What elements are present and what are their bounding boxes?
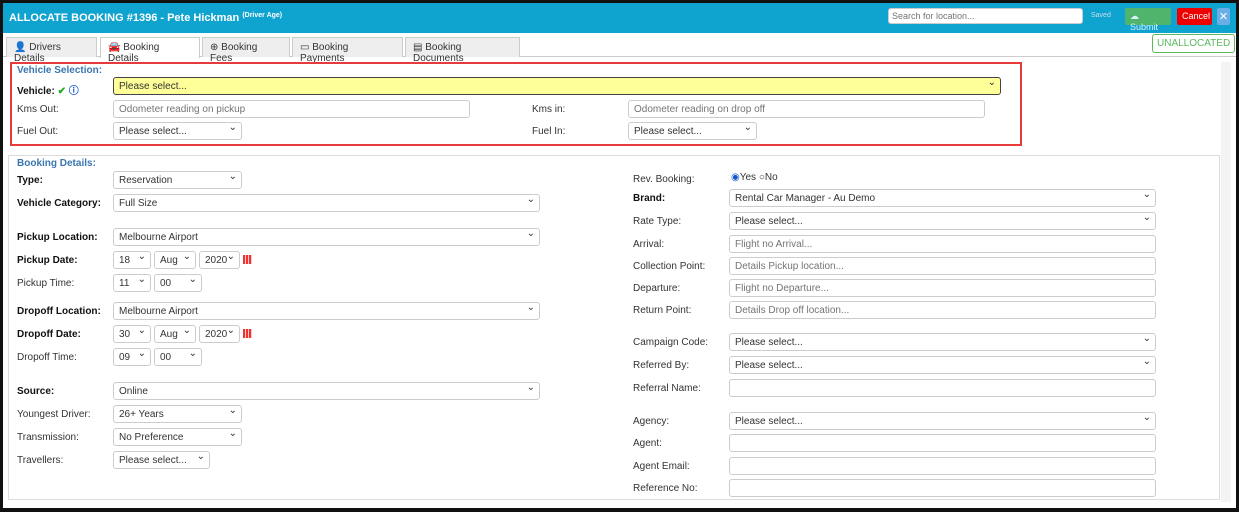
dropoff-hour-select[interactable]: 09 (113, 348, 151, 366)
submit-button[interactable]: ☁ Submit (1125, 8, 1171, 32)
location-search-input[interactable] (888, 8, 1083, 24)
transmission-label: Transmission: (17, 432, 79, 443)
driver-age: (Driver Age) (242, 12, 283, 19)
collection-point-input[interactable] (729, 257, 1156, 275)
travellers-select[interactable]: Please select... (113, 451, 210, 469)
return-point-input[interactable] (729, 301, 1156, 319)
pickup-date-label: Pickup Date: (17, 255, 78, 266)
referred-by-label: Referred By: (633, 360, 690, 371)
kms-in-input[interactable] (628, 100, 985, 118)
agent-email-label: Agent Email: (633, 461, 690, 472)
calendar-icon[interactable] (243, 329, 252, 338)
pickup-day-select[interactable]: 18 (113, 251, 151, 269)
referral-name-label: Referral Name: (633, 383, 701, 394)
check-icon: ✔ (57, 86, 66, 97)
pickup-year-select[interactable]: 2020 (199, 251, 240, 269)
referral-name-input[interactable] (729, 379, 1156, 397)
status-badge: UNALLOCATED (1152, 34, 1236, 53)
pickup-time-label: Pickup Time: (17, 278, 75, 289)
tab-drivers-details[interactable]: 👤 Drivers Details (6, 37, 97, 64)
car-icon: 🚘 (108, 42, 121, 53)
type-label: Type: (17, 175, 43, 186)
cloud-upload-icon: ☁ (1130, 11, 1139, 21)
agent-email-input[interactable] (729, 457, 1156, 475)
agency-label: Agency: (633, 416, 670, 427)
source-select[interactable]: Online (113, 382, 540, 400)
saved-status: Saved (1091, 12, 1111, 19)
tab-booking-details[interactable]: 🚘 Booking Details (100, 37, 200, 64)
booking-section-title: Booking Details: (17, 158, 96, 169)
rev-booking-label: Rev. Booking: (633, 174, 695, 185)
info-icon: ⓘ (68, 86, 79, 97)
fuel-out-label: Fuel Out: (17, 126, 59, 137)
dropoff-day-select[interactable]: 30 (113, 325, 151, 343)
pickup-location-label: Pickup Location: (17, 232, 98, 243)
rate-type-select[interactable]: Please select... (729, 212, 1156, 230)
cancel-button[interactable]: Cancel (1177, 8, 1212, 25)
tab-booking-documents[interactable]: ▤ Booking Documents (405, 37, 520, 64)
departure-input[interactable] (729, 279, 1156, 297)
campaign-code-select[interactable]: Please select... (729, 333, 1156, 351)
pickup-location-select[interactable]: Melbourne Airport (113, 228, 540, 246)
reference-no-label: Reference No: (633, 483, 698, 494)
page-title: ALLOCATE BOOKING #1396 - Pete Hickman (D… (9, 12, 283, 24)
dropoff-location-select[interactable]: Melbourne Airport (113, 302, 540, 320)
vehicle-category-select[interactable]: Full Size (113, 194, 540, 212)
rev-yes-radio[interactable]: ◉ (731, 172, 740, 183)
vehicle-label: Vehicle: ✔ ⓘ (17, 86, 79, 97)
scrollbar[interactable] (1221, 62, 1231, 502)
dropoff-time-label: Dropoff Time: (17, 352, 77, 363)
reference-no-input[interactable] (729, 479, 1156, 497)
brand-select[interactable]: Rental Car Manager - Au Demo (729, 189, 1156, 207)
kms-in-label: Kms in: (532, 104, 566, 115)
pickup-month-select[interactable]: Aug (154, 251, 196, 269)
tab-booking-payments[interactable]: ▭ Booking Payments (292, 37, 403, 64)
fuel-in-label: Fuel In: (532, 126, 566, 137)
dropoff-location-label: Dropoff Location: (17, 306, 101, 317)
travellers-label: Travellers: (17, 455, 64, 466)
dropoff-year-select[interactable]: 2020 (199, 325, 240, 343)
pickup-minute-select[interactable]: 00 (154, 274, 202, 292)
pickup-hour-select[interactable]: 11 (113, 274, 151, 292)
dropoff-month-select[interactable]: Aug (154, 325, 196, 343)
calendar-icon[interactable] (243, 255, 252, 264)
arrival-input[interactable] (729, 235, 1156, 253)
rate-type-label: Rate Type: (633, 216, 682, 227)
youngest-driver-label: Youngest Driver: (17, 409, 91, 420)
departure-label: Departure: (633, 283, 681, 294)
brand-label: Brand: (633, 193, 666, 204)
referred-by-select[interactable]: Please select... (729, 356, 1156, 374)
transmission-select[interactable]: No Preference (113, 428, 242, 446)
arrival-label: Arrival: (633, 239, 665, 250)
credit-card-icon: ▭ (300, 42, 310, 53)
vehicle-select[interactable]: Please select... (113, 77, 1001, 95)
collection-point-label: Collection Point: (633, 261, 706, 272)
file-icon: ▤ (413, 42, 423, 53)
vehicle-section-title: Vehicle Selection: (17, 65, 103, 76)
agent-label: Agent: (633, 438, 662, 449)
agent-input[interactable] (729, 434, 1156, 452)
dropoff-date-label: Dropoff Date: (17, 329, 81, 340)
vehicle-category-label: Vehicle Category: (17, 198, 101, 209)
close-icon[interactable]: ✕ (1217, 8, 1230, 25)
kms-out-input[interactable] (113, 100, 470, 118)
dropoff-minute-select[interactable]: 00 (154, 348, 202, 366)
campaign-code-label: Campaign Code: (633, 337, 709, 348)
fuel-out-select[interactable]: Please select... (113, 122, 242, 140)
return-point-label: Return Point: (633, 305, 692, 316)
kms-out-label: Kms Out: (17, 104, 59, 115)
tab-bar: 👤 Drivers Details 🚘 Booking Details ⊕ Bo… (3, 36, 1236, 64)
type-select[interactable]: Reservation (113, 171, 242, 189)
youngest-driver-select[interactable]: 26+ Years (113, 405, 242, 423)
source-label: Source: (17, 386, 55, 397)
plus-circle-icon: ⊕ (210, 42, 219, 53)
fuel-in-select[interactable]: Please select... (628, 122, 757, 140)
rev-booking-radio-group: ◉Yes ○No (731, 172, 778, 183)
user-icon: 👤 (14, 42, 27, 53)
tab-booking-fees[interactable]: ⊕ Booking Fees (202, 37, 290, 64)
agency-select[interactable]: Please select... (729, 412, 1156, 430)
